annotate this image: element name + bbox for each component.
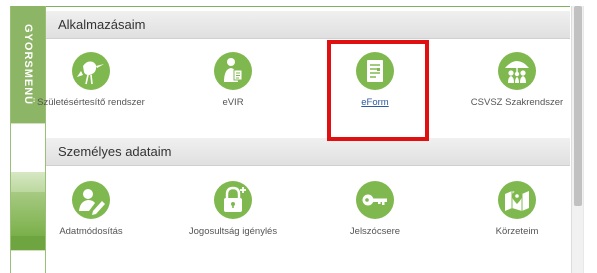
scrollbar-thumb[interactable] <box>574 6 582 206</box>
highlight-frame-eform <box>327 40 429 141</box>
user-edit-icon <box>72 181 110 219</box>
main-panel: Alkalmazásaim Születésértesítő rendszer … <box>37 6 570 273</box>
app-label: CSVSZ Szakrendszer <box>470 97 564 108</box>
family-umbrella-icon <box>498 52 536 90</box>
personal-tile-permission-request[interactable]: Jogosultság igénylés <box>168 180 298 237</box>
sidebar-blank-area <box>11 123 45 171</box>
sidebar-gradient-dark <box>11 236 45 250</box>
sidebar-bottom <box>11 250 45 273</box>
section-header-personal-data: Személyes adataim <box>46 138 570 166</box>
key-icon <box>356 181 394 219</box>
app-label: eVIR <box>222 97 244 108</box>
app-tile-evir[interactable]: eVIR <box>168 51 298 108</box>
map-pin-icon <box>498 181 536 219</box>
vertical-scrollbar[interactable] <box>571 6 583 273</box>
section-header-applications: Alkalmazásaim <box>46 11 570 39</box>
personal-tile-password-change[interactable]: Jelszócsere <box>310 180 440 237</box>
app-tile-csvsz[interactable]: CSVSZ Szakrendszer <box>452 51 582 108</box>
stork-icon <box>72 52 110 90</box>
person-document-icon <box>214 52 252 90</box>
personal-label: Adatmódosítás <box>59 226 123 237</box>
personal-tile-districts[interactable]: Körzeteim <box>452 180 582 237</box>
personal-tile-data-modification[interactable]: Adatmódosítás <box>26 180 156 237</box>
personal-label: Jelszócsere <box>349 226 401 237</box>
app-tile-birth-notification[interactable]: Születésértesítő rendszer <box>26 51 156 108</box>
lock-add-icon <box>214 181 252 219</box>
scrollbar-edge <box>583 6 584 273</box>
app-label: Születésértesítő rendszer <box>37 97 145 108</box>
personal-label: Körzeteim <box>495 226 539 237</box>
personal-label: Jogosultság igénylés <box>188 226 278 237</box>
